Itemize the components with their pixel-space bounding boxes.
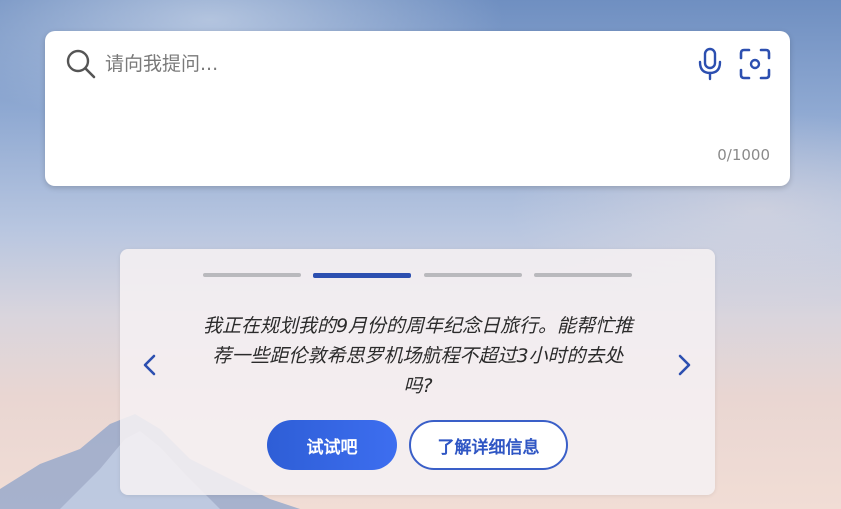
chevron-right-icon[interactable] (669, 349, 699, 381)
suggestion-card: 我正在规划我的9月份的周年纪念日旅行。能帮忙推荐一些距伦敦希思罗机场航程不超过3… (120, 249, 715, 495)
carousel-dot-1[interactable] (203, 273, 301, 277)
carousel-dot-4[interactable] (534, 273, 632, 277)
search-input[interactable] (103, 49, 667, 79)
try-it-button[interactable]: 试试吧 (267, 420, 397, 470)
suggestion-prompt: 我正在规划我的9月份的周年纪念日旅行。能帮忙推荐一些距伦敦希思罗机场航程不超过3… (202, 315, 634, 397)
carousel-dot-2[interactable] (313, 273, 411, 278)
carousel-dot-3[interactable] (424, 273, 522, 277)
character-count: 0/1000 (717, 146, 770, 164)
learn-more-button[interactable]: 了解详细信息 (409, 420, 568, 470)
camera-scan-icon[interactable] (738, 47, 772, 81)
carousel-indicators (203, 273, 633, 278)
search-icon (66, 49, 96, 79)
microphone-icon[interactable] (696, 47, 724, 81)
search-box: 0/1000 (45, 31, 790, 186)
chevron-left-icon[interactable] (135, 349, 165, 381)
